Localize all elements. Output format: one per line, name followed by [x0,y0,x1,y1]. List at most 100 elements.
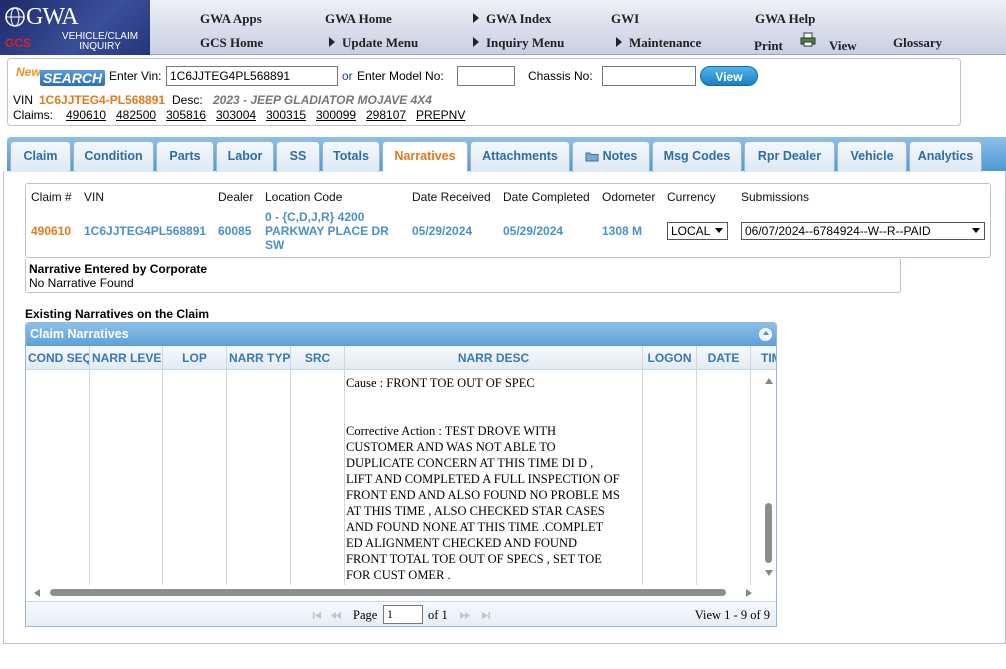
view-button[interactable]: View [700,66,758,86]
currency-value: LOCAL [671,224,711,238]
desc-label: Desc: [172,93,203,107]
first-page-icon[interactable] [312,611,324,620]
grid-cell [163,370,227,585]
record-count: View 1 - 9 of 9 [694,608,770,622]
col-header-src[interactable]: SRC [291,346,345,370]
nav-gwa-index[interactable]: GWA Index [473,11,551,27]
grid-cell [643,370,697,585]
grid-cell [26,370,90,585]
scroll-up-icon[interactable] [764,377,774,385]
claim-link[interactable]: 300315 [266,108,306,122]
location-line-1: 0 - {C,D,J,R} 4200 [265,210,365,224]
nav-gwi[interactable]: GWI [611,11,639,27]
submissions-select[interactable]: 06/07/2024--6784924--W--R--PAID [741,222,985,240]
col-header-cond-seq[interactable]: COND SEQ [26,346,90,370]
menu-arrow-icon [473,13,479,23]
claim-link[interactable]: 298107 [366,108,406,122]
grid-cell [90,370,163,585]
header-location-code: Location Code [265,190,343,204]
horizontal-scroll-thumb[interactable] [50,589,726,596]
last-page-icon[interactable] [479,611,491,620]
vin-input[interactable] [166,66,338,86]
claim-date-received: 05/29/2024 [412,224,473,238]
tab-msg-codes[interactable]: Msg Codes [652,141,742,172]
corporate-narrative-title: Narrative Entered by Corporate [29,262,208,276]
nav-gcs-home[interactable]: GCS Home [200,35,263,51]
nav-inquiry-menu[interactable]: Inquiry Menu [473,35,564,51]
scroll-left-icon[interactable] [33,588,41,598]
col-header-logon[interactable]: LOGON [643,346,697,370]
tab-labor[interactable]: Labor [216,141,274,172]
col-header-time[interactable]: TIME [751,346,776,370]
narrative-description: Cause : FRONT TOE OUT OF SPEC Corrective… [346,376,620,582]
tab-totals[interactable]: Totals [322,141,380,172]
claim-link[interactable]: PREPNV [416,108,465,122]
nav-update-menu-label: Update Menu [342,35,419,50]
new-search-logo[interactable]: New SEARCH [16,65,106,87]
scroll-right-icon[interactable] [745,588,753,598]
claim-link[interactable]: 300099 [316,108,356,122]
nav-update-menu[interactable]: Update Menu [329,35,418,51]
page-label: Page [353,608,378,622]
col-header-narr-desc[interactable]: NARR DESC [345,346,643,370]
gwa-logo[interactable]: GWA GCS VEHICLE/CLAIM INQUIRY [0,0,150,55]
claim-dealer: 60085 [218,224,252,238]
vertical-scroll-thumb[interactable] [765,503,772,563]
claim-link[interactable]: 303004 [216,108,256,122]
tab-ss[interactable]: SS [276,141,320,172]
claim-vin: 1C6JJTEG4PL568891 [84,224,207,238]
previous-page-icon[interactable] [330,611,342,620]
nav-maintenance[interactable]: Maintenance [616,35,701,51]
nav-gwa-help[interactable]: GWA Help [755,11,815,27]
header-odometer: Odometer [602,190,656,204]
new-label: New [16,65,41,79]
model-input[interactable] [457,66,515,86]
existing-narratives-title: Existing Narratives on the Claim [25,307,210,321]
nav-gwa-home[interactable]: GWA Home [325,11,392,27]
tab-claim[interactable]: Claim [10,141,71,172]
logo-gwa-text: GWA [26,4,79,30]
location-line-3: SW [265,238,285,252]
claim-link[interactable]: 490610 [66,108,106,122]
page-count: of 1 [428,608,448,622]
tab-narratives[interactable]: Narratives [382,141,468,172]
grid-caption-text: Claim Narratives [30,327,129,341]
header-vin: VIN [84,190,105,204]
scroll-down-icon[interactable] [764,569,774,577]
tab-notes[interactable]: Notes [572,141,650,172]
col-header-lop[interactable]: LOP [163,346,227,370]
col-header-narr-type[interactable]: NARR TYPE [227,346,291,370]
tab-analytics[interactable]: Analytics [909,141,982,172]
nav-glossary[interactable]: Glossary [893,35,942,51]
claim-link[interactable]: 482500 [116,108,156,122]
collapse-icon[interactable] [759,328,772,341]
tab-rpr-dealer[interactable]: Rpr Dealer [744,141,835,172]
nav-view[interactable]: View [829,38,857,54]
next-page-icon[interactable] [459,611,471,620]
col-header-date[interactable]: DATE [697,346,751,370]
grid-cell [291,370,345,585]
tab-parts[interactable]: Parts [156,141,214,172]
printer-icon[interactable] [800,32,816,47]
chassis-input[interactable] [602,66,696,86]
chevron-down-icon [972,228,980,233]
tab-condition[interactable]: Condition [73,141,154,172]
claim-link[interactable]: 305816 [166,108,206,122]
tab-vehicle[interactable]: Vehicle [837,141,907,172]
page-input[interactable] [383,605,423,624]
nav-gwa-index-label: GWA Index [486,11,552,26]
col-header-narr-level[interactable]: NARR LEVEL [90,346,163,370]
currency-select[interactable]: LOCAL [667,222,728,240]
nav-gwa-apps[interactable]: GWA Apps [200,11,262,27]
tab-attachments[interactable]: Attachments [470,141,570,172]
nav-print[interactable]: Print [754,38,783,54]
menu-arrow-icon [329,37,335,47]
model-label: Enter Model No: [357,69,444,83]
grid-cell [227,370,291,585]
header-submissions: Submissions [741,190,810,204]
grid-caption: Claim Narratives [26,323,776,346]
menu-arrow-icon [473,37,479,47]
claim-odometer: 1308 M [602,224,643,238]
header-dealer: Dealer [218,190,254,204]
submission-value: 06/07/2024--6784924--W--R--PAID [745,224,931,238]
